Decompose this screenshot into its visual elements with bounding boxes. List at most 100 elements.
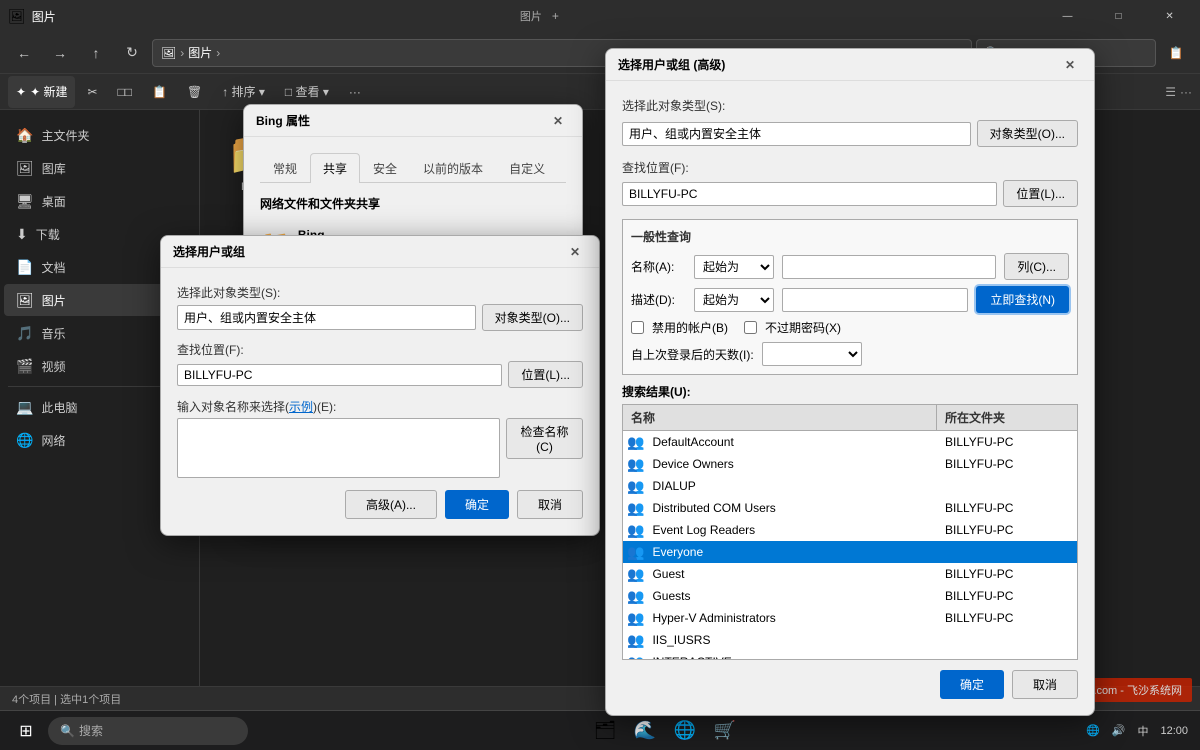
paste-btn[interactable]: 📋: [144, 76, 175, 108]
forward-btn[interactable]: →: [44, 37, 76, 69]
select-user-adv-close-btn[interactable]: ✕: [1058, 53, 1082, 77]
bing-props-close-btn[interactable]: ✕: [546, 109, 570, 133]
result-row[interactable]: 👥 DIALUP: [623, 475, 1077, 497]
select-user-ok-btn[interactable]: 确定: [445, 490, 509, 519]
object-type-btn[interactable]: 对象类型(O)...: [482, 304, 583, 331]
object-name-input[interactable]: [177, 418, 500, 478]
adv-object-type-btn[interactable]: 对象类型(O)...: [977, 120, 1078, 147]
sidebar-item-home[interactable]: 🏠 主文件夹: [4, 119, 195, 151]
adv-general-query-section: 一般性查询 名称(A): 起始为 等于 列(C)... 描述(D): 起始为 等…: [622, 219, 1078, 375]
adv-location-btn[interactable]: 位置(L)...: [1003, 180, 1078, 207]
result-name: INTERACTIVE: [648, 655, 937, 660]
up-btn[interactable]: ↑: [80, 37, 112, 69]
sort-btn[interactable]: ↑ 排序 ▾: [214, 76, 273, 108]
adv-days-select[interactable]: [762, 342, 862, 366]
location-btn[interactable]: 位置(L)...: [508, 361, 583, 388]
tab-security[interactable]: 安全: [360, 153, 410, 183]
taskbar-app-explorer[interactable]: 🗂: [587, 713, 623, 749]
adv-noexpire-checkbox[interactable]: [744, 321, 757, 334]
adv-noexpire-label[interactable]: 不过期密码(X): [744, 319, 841, 336]
more-btn[interactable]: ···: [341, 76, 369, 108]
minimize-btn[interactable]: —: [1045, 0, 1090, 32]
taskbar-search[interactable]: 🔍 搜索: [48, 717, 248, 745]
copy-btn[interactable]: □□: [110, 76, 141, 108]
result-name: IIS_IUSRS: [648, 633, 937, 647]
result-row[interactable]: 👥 Event Log Readers BILLYFU-PC: [623, 519, 1077, 541]
taskbar-apps: 🗂 🌊 🌐 🛒: [248, 713, 1082, 749]
location-label: 查找位置(F):: [177, 341, 583, 358]
adv-btn-row: 确定 取消: [622, 670, 1078, 699]
result-row[interactable]: 👥 DefaultAccount BILLYFU-PC: [623, 431, 1077, 453]
taskbar-search-icon: 🔍: [60, 724, 75, 738]
adv-name-input[interactable]: [782, 255, 996, 279]
location-value-row: BILLYFU-PC 位置(L)...: [177, 361, 583, 388]
adv-disabled-checkbox[interactable]: [631, 321, 644, 334]
start-button[interactable]: ⊞: [8, 713, 44, 749]
adv-cancel-btn[interactable]: 取消: [1012, 670, 1078, 699]
delete-btn[interactable]: 🗑: [179, 76, 210, 108]
result-row[interactable]: 👥 Hyper-V Administrators BILLYFU-PC: [623, 607, 1077, 629]
adv-days-row: 自上次登录后的天数(I):: [631, 342, 1069, 366]
result-row[interactable]: 👥 Everyone: [623, 541, 1077, 563]
tab-custom[interactable]: 自定义: [496, 153, 558, 183]
view-btn[interactable]: □ 查看 ▾: [277, 76, 337, 108]
adv-results-label-row: 搜索结果(U):: [622, 383, 1078, 400]
share-section-title: 网络文件和文件夹共享: [260, 195, 566, 212]
adv-name-filter[interactable]: 起始为 等于: [694, 255, 774, 279]
check-name-btn[interactable]: 检查名称(C): [506, 418, 583, 459]
adv-disabled-label[interactable]: 禁用的帐户(B): [631, 319, 728, 336]
new-btn[interactable]: ✦ ✦ 新建: [8, 76, 75, 108]
result-row[interactable]: 👥 INTERACTIVE: [623, 651, 1077, 660]
adv-desc-row: 描述(D): 起始为 等于 立即查找(N): [631, 286, 1069, 313]
tab-label[interactable]: 图片: [520, 8, 542, 24]
result-location: BILLYFU-PC: [937, 589, 1077, 603]
details-toggle[interactable]: 📋: [1160, 37, 1192, 69]
back-btn[interactable]: ←: [8, 37, 40, 69]
result-location: BILLYFU-PC: [937, 501, 1077, 515]
refresh-btn[interactable]: ↻: [116, 37, 148, 69]
add-tab-btn[interactable]: +: [552, 9, 559, 23]
language-tray[interactable]: 中: [1133, 723, 1152, 739]
taskbar-app-store[interactable]: 🛒: [707, 713, 743, 749]
sidebar-item-gallery[interactable]: 🖼 图库: [4, 152, 195, 184]
adv-list-btn[interactable]: 列(C)...: [1004, 253, 1069, 280]
sidebar-item-desktop[interactable]: 🖥 桌面: [4, 185, 195, 217]
adv-find-btn[interactable]: 立即查找(N): [976, 286, 1069, 313]
adv-ok-btn[interactable]: 确定: [940, 670, 1004, 699]
select-user-small-close-btn[interactable]: ✕: [563, 240, 587, 264]
close-btn[interactable]: ✕: [1147, 0, 1192, 32]
advanced-btn[interactable]: 高级(A)...: [345, 490, 437, 519]
adv-desc-filter[interactable]: 起始为 等于: [694, 288, 774, 312]
adv-object-type-value-row: 用户、组或内置安全主体 对象类型(O)...: [622, 120, 1078, 147]
network-tray-icon[interactable]: 🌐: [1082, 724, 1104, 737]
adv-name-label: 名称(A):: [631, 258, 686, 275]
address-icon: 🖼: [161, 46, 176, 60]
select-user-adv-titlebar: 选择用户或组 (高级) ✕: [606, 49, 1094, 81]
result-row[interactable]: 👥 Guest BILLYFU-PC: [623, 563, 1077, 585]
tab-general[interactable]: 常规: [260, 153, 310, 183]
result-row[interactable]: 👥 Distributed COM Users BILLYFU-PC: [623, 497, 1077, 519]
object-type-label: 选择此对象类型(S):: [177, 284, 583, 301]
select-user-small-dialog: 选择用户或组 ✕ 选择此对象类型(S): 用户、组或内置安全主体 对象类型(O)…: [160, 235, 600, 536]
details-label[interactable]: ☰ ···: [1165, 85, 1192, 99]
tab-share[interactable]: 共享: [310, 153, 360, 183]
maximize-btn[interactable]: □: [1096, 0, 1141, 32]
result-name: DIALUP: [648, 479, 937, 493]
object-type-value: 用户、组或内置安全主体: [177, 305, 476, 330]
taskbar-app-browser2[interactable]: 🌐: [667, 713, 703, 749]
result-row[interactable]: 👥 IIS_IUSRS: [623, 629, 1077, 651]
adv-location-label: 查找位置(F):: [622, 159, 689, 176]
select-user-cancel-btn[interactable]: 取消: [517, 490, 583, 519]
taskbar: ⊞ 🔍 搜索 🗂 🌊 🌐 🛒 🌐 🔊 中 12:00: [0, 710, 1200, 750]
tab-versions[interactable]: 以前的版本: [410, 153, 496, 183]
volume-tray-icon[interactable]: 🔊: [1108, 724, 1130, 737]
details-icon: ☰: [1165, 85, 1176, 99]
adv-location-label-row: 查找位置(F):: [622, 159, 1078, 176]
adv-desc-input[interactable]: [782, 288, 968, 312]
taskbar-app-browser1[interactable]: 🌊: [627, 713, 663, 749]
result-row[interactable]: 👥 Device Owners BILLYFU-PC: [623, 453, 1077, 475]
cut-btn[interactable]: ✂: [79, 76, 105, 108]
result-row[interactable]: 👥 Guests BILLYFU-PC: [623, 585, 1077, 607]
col-name-header: 名称: [623, 405, 937, 430]
example-link[interactable]: 示例: [289, 400, 313, 414]
